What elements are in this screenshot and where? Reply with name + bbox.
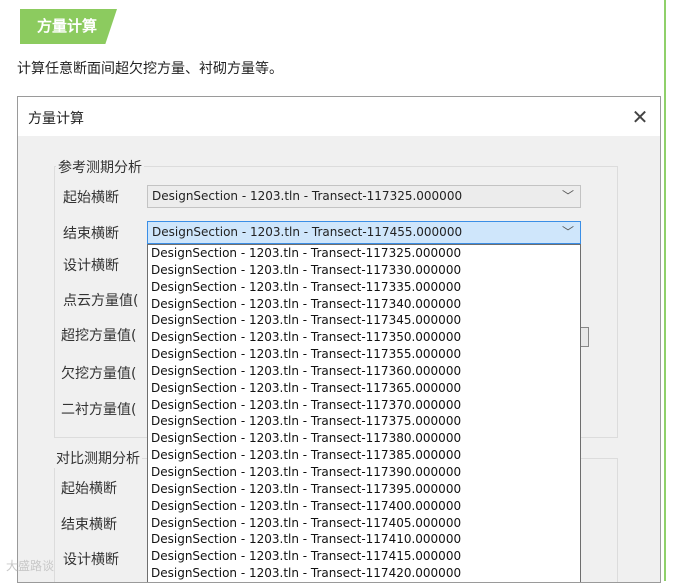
dropdown-option[interactable]: DesignSection - 1203.tln - Transect-1174… [148, 498, 580, 515]
start-section-value: DesignSection - 1203.tln - Transect-1173… [152, 189, 463, 203]
lining-volume-label: 二衬方量值( [61, 402, 137, 418]
dropdown-option[interactable]: DesignSection - 1203.tln - Transect-1173… [148, 413, 580, 430]
cmp-design-section-label: 设计横断 [63, 552, 119, 568]
end-section-label: 结束横断 [63, 226, 119, 242]
dropdown-option[interactable]: DesignSection - 1203.tln - Transect-1173… [148, 262, 580, 279]
end-section-dropdown-list[interactable]: DesignSection - 1203.tln - Transect-1173… [147, 244, 581, 582]
dropdown-option[interactable]: DesignSection - 1203.tln - Transect-1173… [148, 296, 580, 313]
chevron-down-icon[interactable]: ﹀ [562, 222, 574, 243]
dropdown-option[interactable]: DesignSection - 1203.tln - Transect-1174… [148, 531, 580, 548]
cmp-start-section-label: 起始横断 [61, 481, 117, 497]
dropdown-option[interactable]: DesignSection - 1203.tln - Transect-1173… [148, 397, 580, 414]
design-section-label: 设计横断 [63, 258, 119, 274]
dropdown-option[interactable]: DesignSection - 1203.tln - Transect-1174… [148, 515, 580, 532]
chevron-down-icon[interactable]: ﹀ [562, 186, 574, 207]
dropdown-option[interactable]: DesignSection - 1203.tln - Transect-1174… [148, 548, 580, 565]
dropdown-option[interactable]: DesignSection - 1203.tln - Transect-1173… [148, 481, 580, 498]
hidden-button-edge[interactable] [581, 327, 589, 347]
dropdown-option[interactable]: DesignSection - 1203.tln - Transect-1173… [148, 245, 580, 262]
section-heading-tag: 方量计算 [20, 9, 117, 44]
dialog-title: 方量计算 [28, 111, 84, 127]
dropdown-option[interactable]: DesignSection - 1203.tln - Transect-1174… [148, 565, 580, 582]
close-icon[interactable]: ✕ [626, 103, 654, 131]
start-section-select[interactable]: DesignSection - 1203.tln - Transect-1173… [147, 185, 581, 208]
dropdown-option[interactable]: DesignSection - 1203.tln - Transect-1173… [148, 464, 580, 481]
dropdown-option[interactable]: DesignSection - 1203.tln - Transect-1173… [148, 447, 580, 464]
dropdown-option[interactable]: DesignSection - 1203.tln - Transect-1173… [148, 363, 580, 380]
underbreak-volume-label: 欠挖方量值( [61, 366, 137, 382]
overbreak-volume-label: 超挖方量值( [61, 328, 137, 344]
dialog-titlebar: 方量计算 ✕ [18, 97, 660, 136]
cmp-end-section-label: 结束横断 [61, 517, 117, 533]
end-section-value: DesignSection - 1203.tln - Transect-1174… [152, 225, 463, 239]
comparison-period-title: 对比测期分析 [54, 448, 142, 468]
dropdown-option[interactable]: DesignSection - 1203.tln - Transect-1173… [148, 329, 580, 346]
dropdown-option[interactable]: DesignSection - 1203.tln - Transect-1173… [148, 312, 580, 329]
dropdown-option[interactable]: DesignSection - 1203.tln - Transect-1173… [148, 380, 580, 397]
pointcloud-volume-label: 点云方量值( [63, 293, 139, 309]
dropdown-option[interactable]: DesignSection - 1203.tln - Transect-1173… [148, 279, 580, 296]
reference-period-title: 参考测期分析 [56, 157, 144, 177]
volume-dialog: 方量计算 ✕ 参考测期分析 起始横断 DesignSection - 1203.… [17, 96, 661, 583]
dropdown-option[interactable]: DesignSection - 1203.tln - Transect-1173… [148, 346, 580, 363]
watermark: 大盛路谈 [6, 559, 55, 573]
intro-text: 计算任意断面间超欠挖方量、衬砌方量等。 [17, 61, 283, 77]
start-section-label: 起始横断 [63, 190, 119, 206]
dropdown-option[interactable]: DesignSection - 1203.tln - Transect-1173… [148, 430, 580, 447]
end-section-select[interactable]: DesignSection - 1203.tln - Transect-1174… [147, 221, 581, 244]
